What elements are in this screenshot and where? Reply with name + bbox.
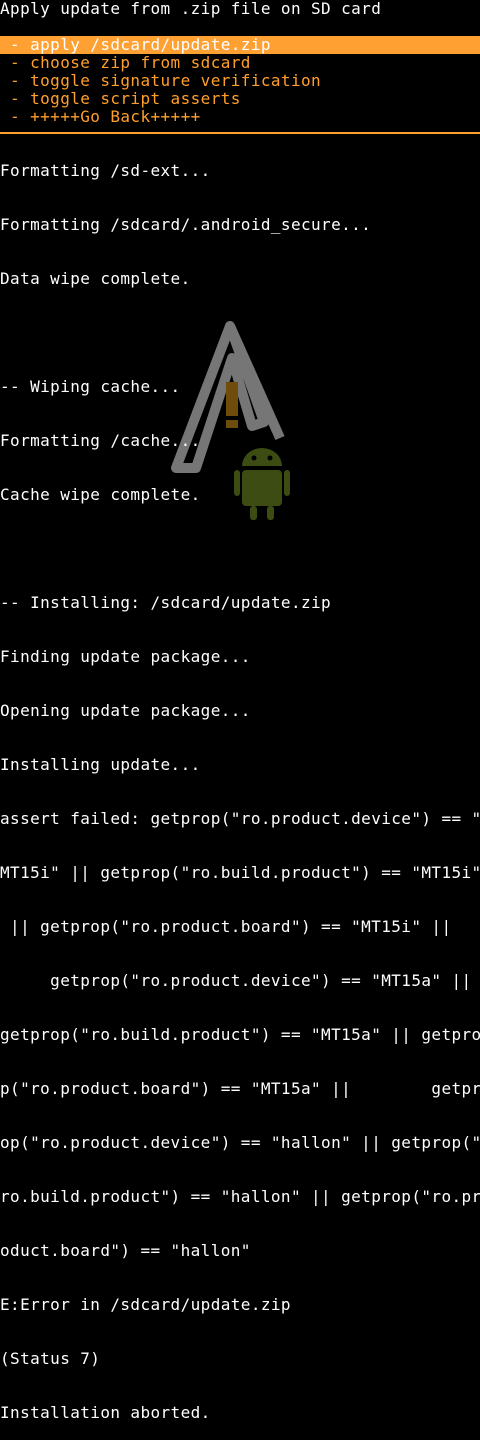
log-line: Installing update... xyxy=(0,755,201,774)
log-line: Formatting /sd-ext... xyxy=(0,161,211,180)
menu-item-apply-update[interactable]: - apply /sdcard/update.zip xyxy=(0,36,480,54)
recovery-menu: - apply /sdcard/update.zip - choose zip … xyxy=(0,36,480,126)
menu-item-choose-zip[interactable]: - choose zip from sdcard xyxy=(0,54,480,72)
log-line: Opening update package... xyxy=(0,701,251,720)
log-line: E:Error in /sdcard/update.zip xyxy=(0,1295,291,1314)
log-line: -- Installing: /sdcard/update.zip xyxy=(0,593,332,612)
screen-title: Apply update from .zip file on SD card xyxy=(0,0,382,18)
log-line: || getprop("ro.product.board") == "MT15i… xyxy=(0,917,452,936)
recovery-log: Formatting /sd-ext... Formatting /sdcard… xyxy=(0,126,480,1440)
menu-item-toggle-asserts[interactable]: - toggle script asserts xyxy=(0,90,480,108)
log-line: op("ro.product.device") == "hallon" || g… xyxy=(0,1133,480,1152)
log-line: Data wipe complete. xyxy=(0,269,191,288)
log-line: Finding update package... xyxy=(0,647,251,666)
log-line: assert failed: getprop("ro.product.devic… xyxy=(0,809,480,828)
log-line: Installation aborted. xyxy=(0,1403,211,1422)
log-line: (Status 7) xyxy=(0,1349,101,1368)
log-line: getprop("ro.build.product") == "MT15a" |… xyxy=(0,1025,480,1044)
log-line: -- Wiping cache... xyxy=(0,377,181,396)
log-line: Formatting /cache... xyxy=(0,431,201,450)
log-line: MT15i" || getprop("ro.build.product") ==… xyxy=(0,863,480,882)
log-line: Cache wipe complete. xyxy=(0,485,201,504)
log-line: Formatting /sdcard/.android_secure... xyxy=(0,215,372,234)
log-line: p("ro.product.board") == "MT15a" || getp… xyxy=(0,1079,480,1098)
log-line: getprop("ro.product.device") == "MT15a" … xyxy=(0,971,472,990)
menu-item-go-back[interactable]: - +++++Go Back+++++ xyxy=(0,108,480,126)
log-line: oduct.board") == "hallon" xyxy=(0,1241,251,1260)
menu-item-toggle-signature[interactable]: - toggle signature verification xyxy=(0,72,480,90)
log-line: ro.build.product") == "hallon" || getpro… xyxy=(0,1187,480,1206)
